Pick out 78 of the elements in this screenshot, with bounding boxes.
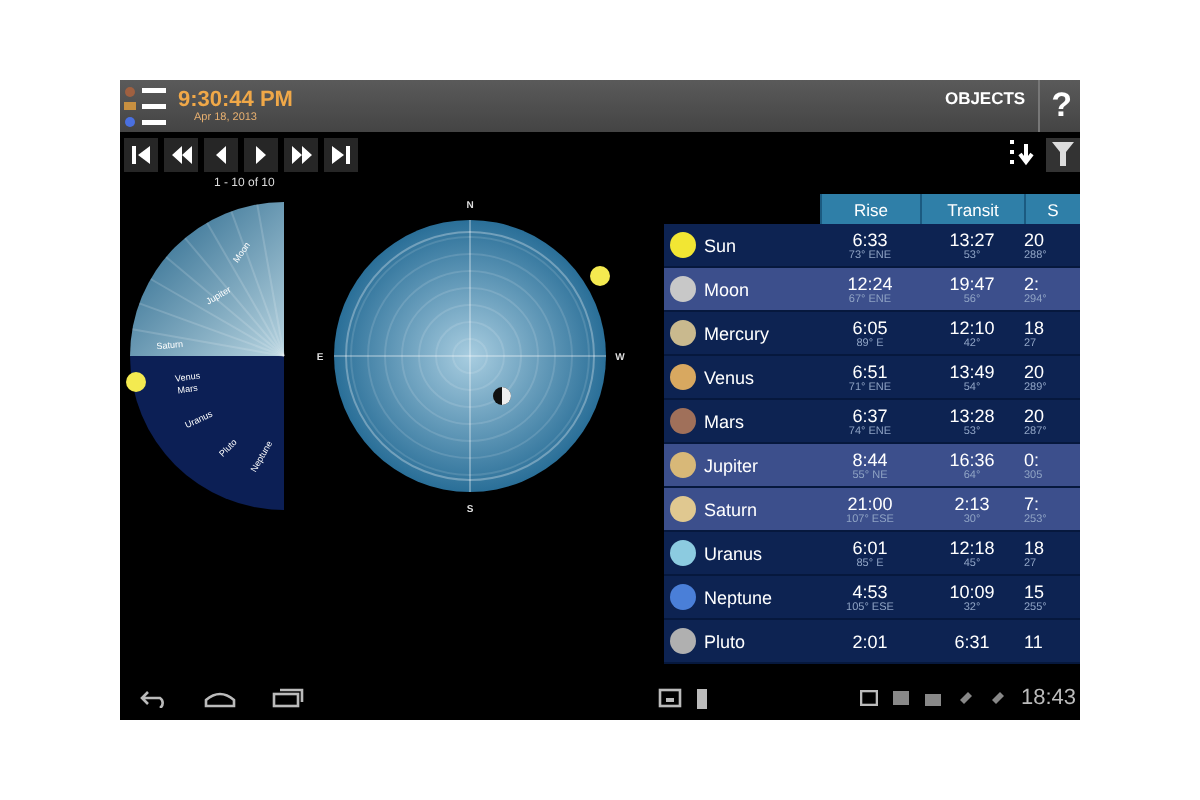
clock-time: 9:30:44 PM	[178, 88, 293, 112]
time-value: 19:47	[949, 273, 995, 293]
time-value: 6:33	[852, 229, 888, 249]
time-value: 4:53	[852, 581, 888, 601]
time-value: 12:24	[847, 273, 893, 293]
time-value: 6:31	[954, 631, 990, 651]
sun-icon	[590, 266, 610, 286]
column-header[interactable]: Rise	[820, 194, 920, 224]
time-value: 16:36	[949, 449, 995, 469]
step-back-button[interactable]	[204, 137, 238, 171]
time-value: 11	[1024, 631, 1043, 651]
help-button[interactable]: ?	[1037, 80, 1080, 132]
table-row-name[interactable]: Neptune	[664, 576, 820, 620]
time-value: 7:	[1024, 493, 1040, 513]
table-row-name[interactable]: Uranus	[664, 532, 820, 576]
time-value: 6:05	[852, 317, 888, 337]
time-value: 8:44	[852, 449, 888, 469]
time-value: 21:00	[847, 493, 893, 513]
filter-button[interactable]	[1046, 137, 1080, 171]
fast-forward-icon	[290, 143, 312, 165]
table-row-name[interactable]: Jupiter	[664, 444, 820, 488]
time-value: 2:	[1024, 273, 1040, 293]
time-value: 12:18	[949, 537, 995, 557]
planet-name: Jupiter	[704, 455, 759, 475]
planet-name: Moon	[704, 279, 750, 299]
skip-to-end-icon	[330, 143, 352, 165]
time-value: 13:49	[949, 361, 995, 381]
objects-title[interactable]: OBJECTS	[932, 88, 1038, 108]
planet-name: Mars	[704, 411, 744, 431]
sun-icon	[126, 372, 146, 392]
table-row-name[interactable]: Pluto	[664, 620, 820, 664]
table-row-name[interactable]: Venus	[664, 356, 820, 400]
planet-name: Venus	[704, 367, 755, 387]
time-value: 13:27	[949, 229, 995, 249]
planet-name: Saturn	[704, 499, 758, 519]
planet-name: Pluto	[704, 631, 746, 651]
time-value: 6:51	[852, 361, 888, 381]
time-value: 0:	[1024, 449, 1040, 469]
recents-icon[interactable]	[272, 688, 304, 708]
planet-name: Sun	[704, 235, 737, 255]
screen-icon[interactable]	[658, 688, 683, 708]
table-row-name[interactable]: Mercury	[664, 312, 820, 356]
time-value: 18	[1024, 537, 1045, 557]
rewind-icon	[170, 143, 192, 165]
column-header[interactable]: S	[1024, 194, 1080, 224]
time-value: 6:01	[852, 537, 888, 557]
time-value: 15	[1024, 581, 1045, 601]
table-row-name[interactable]: Sun	[664, 224, 820, 268]
image-icon[interactable]	[860, 690, 879, 706]
planet-name: Neptune	[704, 587, 773, 607]
skip-to-start-icon	[130, 143, 152, 165]
fast-forward-button[interactable]	[284, 137, 318, 171]
table-row-name[interactable]: Moon	[664, 268, 820, 312]
filter-icon	[1052, 140, 1074, 168]
column-header[interactable]: Transit	[920, 194, 1024, 224]
time-value: 2:01	[852, 631, 888, 651]
back-icon[interactable]	[140, 688, 168, 708]
time-value: 10:09	[949, 581, 995, 601]
time-value: 6:37	[852, 405, 888, 425]
time-value: 20	[1024, 405, 1045, 425]
rewind-button[interactable]	[164, 137, 198, 171]
time-value: 18	[1024, 317, 1045, 337]
time-value: 20	[1024, 361, 1045, 381]
play-button[interactable]	[244, 137, 278, 171]
planet-name: Uranus	[704, 543, 763, 563]
status-time: 18:43	[1020, 686, 1078, 710]
time-value: 13:28	[949, 405, 995, 425]
time-value: 2:13	[954, 493, 990, 513]
table-row-name[interactable]: Saturn	[664, 488, 820, 532]
moon-icon	[493, 387, 511, 405]
skip-to-end-button[interactable]	[324, 137, 358, 171]
planet-name: Mercury	[704, 323, 770, 343]
time-value: 12:10	[949, 317, 995, 337]
phone-icon[interactable]	[696, 687, 709, 709]
home-icon[interactable]	[204, 688, 236, 708]
table-row-name[interactable]: Mars	[664, 400, 820, 444]
skip-to-start-button[interactable]	[124, 137, 158, 171]
time-value: 20	[1024, 229, 1045, 249]
